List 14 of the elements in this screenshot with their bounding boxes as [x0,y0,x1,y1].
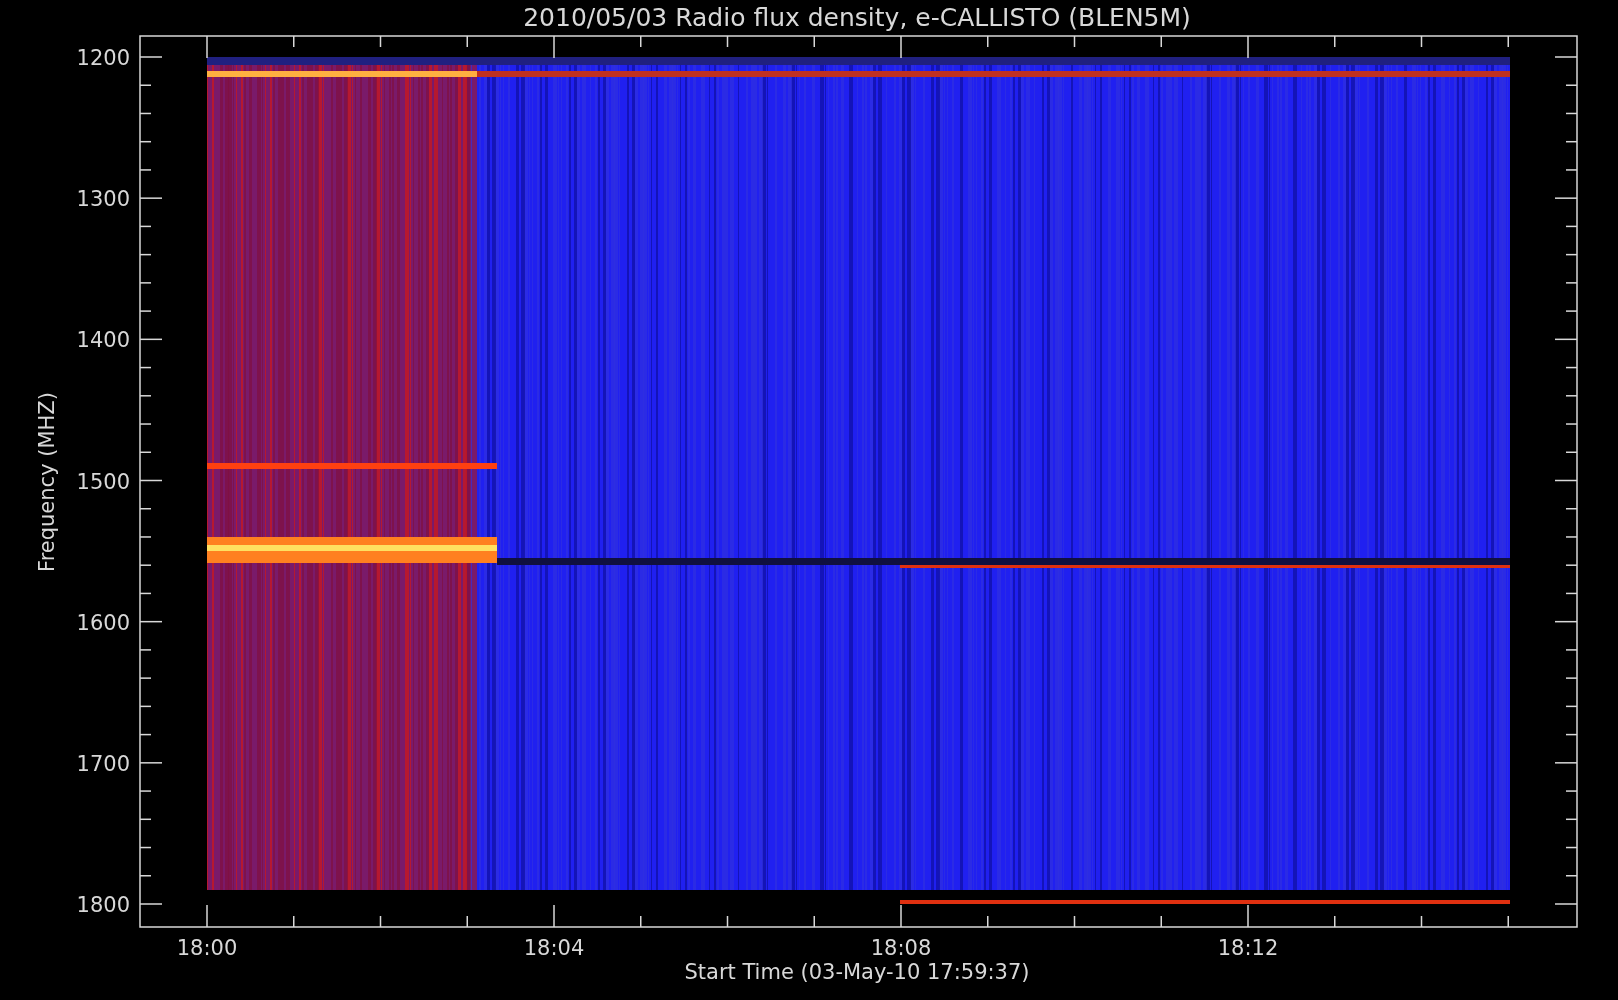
y-tick-label: 1400 [76,328,130,353]
x-tick-label: 18:04 [523,936,585,960]
x-tick-label: 18:00 [176,936,238,960]
y-tick-label: 1700 [76,751,130,776]
x-tick-label: 18:12 [1217,936,1279,960]
x-axis-label: Start Time (03-May-10 17:59:37) [684,960,1030,984]
y-tick-label: 1500 [76,469,130,494]
y-tick-label: 1200 [76,46,130,70]
y-tick-label: 1800 [76,893,130,917]
chart-title: 2010/05/03 Radio flux density, e-CALLISTO (BLEN5M) [523,3,1191,32]
y-axis-label: Frequency (MHZ) [35,392,59,572]
y-tick-label: 1300 [76,187,130,212]
y-tick-label: 1600 [76,610,130,635]
x-tick-label: 18:08 [870,936,932,960]
